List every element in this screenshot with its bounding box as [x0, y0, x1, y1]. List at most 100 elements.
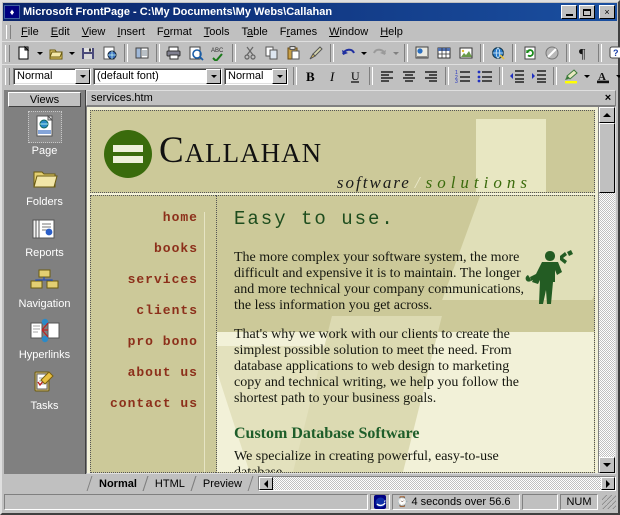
internet-explorer-icon[interactable]	[370, 494, 390, 510]
folder-list-icon[interactable]	[131, 43, 153, 63]
save-icon[interactable]	[77, 43, 99, 63]
resize-grip[interactable]	[602, 495, 616, 509]
tagline-primary: software	[336, 173, 411, 192]
frontpage-icon: ♦	[4, 5, 20, 19]
undo-dropdown-icon[interactable]	[359, 43, 369, 63]
sidebar-item-navigation[interactable]: Navigation	[7, 264, 83, 310]
standard-toolbar-grip[interactable]	[5, 44, 10, 62]
menu-edit[interactable]: Edit	[45, 24, 76, 40]
menu-frames[interactable]: Frames	[274, 24, 323, 40]
nav-link-about-us[interactable]: about us	[91, 365, 216, 380]
font-size-combo-arrow[interactable]	[272, 68, 287, 84]
increase-indent-icon[interactable]	[528, 66, 550, 86]
italic-icon[interactable]: I	[322, 66, 344, 86]
print-preview-icon[interactable]	[185, 43, 207, 63]
close-icon[interactable]: ×	[601, 92, 615, 104]
menu-file[interactable]: File	[15, 24, 45, 40]
menubar-grip[interactable]	[6, 24, 11, 39]
show-all-icon[interactable]: ¶	[573, 43, 595, 63]
nav-link-clients[interactable]: clients	[91, 303, 216, 318]
highlight-color-icon[interactable]	[560, 66, 582, 86]
font-color-icon[interactable]: A	[592, 66, 614, 86]
font-size-combo[interactable]: Normal	[224, 67, 288, 85]
scroll-up-icon[interactable]	[599, 107, 615, 123]
page-content: Easy to use. The more complex your softw…	[216, 195, 595, 473]
undo-icon[interactable]	[337, 43, 359, 63]
hyperlink-icon[interactable]	[487, 43, 509, 63]
align-center-icon[interactable]	[398, 66, 420, 86]
spelling-icon[interactable]: ABC	[207, 43, 229, 63]
insert-component-icon[interactable]	[411, 43, 433, 63]
scroll-left-icon[interactable]	[258, 477, 273, 490]
tab-preview[interactable]: Preview	[193, 476, 250, 491]
bulleted-list-icon[interactable]	[474, 66, 496, 86]
sidebar-item-page-label: Page	[31, 145, 58, 157]
redo-dropdown-icon[interactable]	[391, 43, 401, 63]
sidebar-item-tasks[interactable]: Tasks	[7, 366, 83, 412]
refresh-icon[interactable]	[519, 43, 541, 63]
formatting-toolbar-grip[interactable]	[5, 67, 10, 85]
menu-window[interactable]: Window	[323, 24, 374, 40]
toolbar-separator	[369, 67, 373, 85]
nav-link-contact-us[interactable]: contact us	[91, 396, 216, 411]
redo-icon[interactable]	[369, 43, 391, 63]
help-icon[interactable]: ?	[605, 43, 620, 63]
new-page-icon[interactable]	[13, 43, 35, 63]
nav-link-home[interactable]: home	[91, 210, 216, 225]
sidebar-item-reports[interactable]: Reports	[7, 213, 83, 259]
scroll-thumb[interactable]	[599, 123, 615, 193]
font-color-dropdown-icon[interactable]	[614, 66, 620, 86]
page-canvas[interactable]: CALLAHAN software/solutions home books	[87, 107, 598, 473]
maximize-button[interactable]	[579, 5, 595, 19]
copy-icon[interactable]	[261, 43, 283, 63]
scroll-track[interactable]	[599, 123, 615, 457]
insert-picture-icon[interactable]	[455, 43, 477, 63]
close-button[interactable]: ×	[599, 5, 615, 19]
paste-icon[interactable]	[283, 43, 305, 63]
decrease-indent-icon[interactable]	[506, 66, 528, 86]
scroll-right-icon[interactable]	[601, 477, 615, 490]
nav-link-books[interactable]: books	[91, 241, 216, 256]
numbered-list-icon[interactable]: 123	[452, 66, 474, 86]
sidebar-item-hyperlinks[interactable]: Hyperlinks	[7, 315, 83, 361]
bold-icon[interactable]: B	[300, 66, 322, 86]
stop-icon[interactable]	[541, 43, 563, 63]
menu-tools[interactable]: Tools	[198, 24, 236, 40]
vertical-scrollbar[interactable]	[598, 107, 615, 473]
style-combo-arrow[interactable]	[75, 68, 90, 84]
page-body: home books services clients pro bono abo…	[90, 195, 595, 473]
nav-link-services[interactable]: services	[91, 272, 216, 287]
style-combo[interactable]: Normal	[13, 67, 91, 85]
underline-icon[interactable]: U	[344, 66, 366, 86]
align-left-icon[interactable]	[376, 66, 398, 86]
new-page-dropdown-icon[interactable]	[35, 43, 45, 63]
menu-format[interactable]: Format	[151, 24, 198, 40]
horizontal-scrollbar[interactable]	[257, 476, 616, 491]
minimize-button[interactable]	[561, 5, 577, 19]
open-icon[interactable]	[45, 43, 67, 63]
sidebar-item-folders[interactable]: Folders	[7, 162, 83, 208]
menu-table[interactable]: Table	[235, 24, 273, 40]
format-painter-icon[interactable]	[305, 43, 327, 63]
font-combo-arrow[interactable]	[206, 68, 221, 84]
align-right-icon[interactable]	[420, 66, 442, 86]
print-icon[interactable]	[163, 43, 185, 63]
tab-html[interactable]: HTML	[145, 476, 193, 491]
document-tab-label: services.htm	[91, 92, 153, 104]
nav-link-pro-bono[interactable]: pro bono	[91, 334, 216, 349]
open-dropdown-icon[interactable]	[67, 43, 77, 63]
insert-table-icon[interactable]	[433, 43, 455, 63]
cut-icon[interactable]	[239, 43, 261, 63]
font-combo[interactable]: (default font)	[93, 67, 222, 85]
menu-insert[interactable]: Insert	[111, 24, 151, 40]
document-tab[interactable]: services.htm ×	[86, 90, 616, 106]
sidebar-item-navigation-label: Navigation	[18, 298, 71, 310]
highlight-dropdown-icon[interactable]	[582, 66, 592, 86]
publish-web-icon[interactable]	[99, 43, 121, 63]
sidebar-item-page[interactable]: Page	[7, 111, 83, 157]
menu-view[interactable]: View	[76, 24, 112, 40]
menu-help[interactable]: Help	[374, 24, 409, 40]
status-bar: ⌚ 4 seconds over 56.6 NUM	[4, 493, 616, 511]
tab-normal[interactable]: Normal	[89, 476, 145, 491]
scroll-down-icon[interactable]	[599, 457, 615, 473]
